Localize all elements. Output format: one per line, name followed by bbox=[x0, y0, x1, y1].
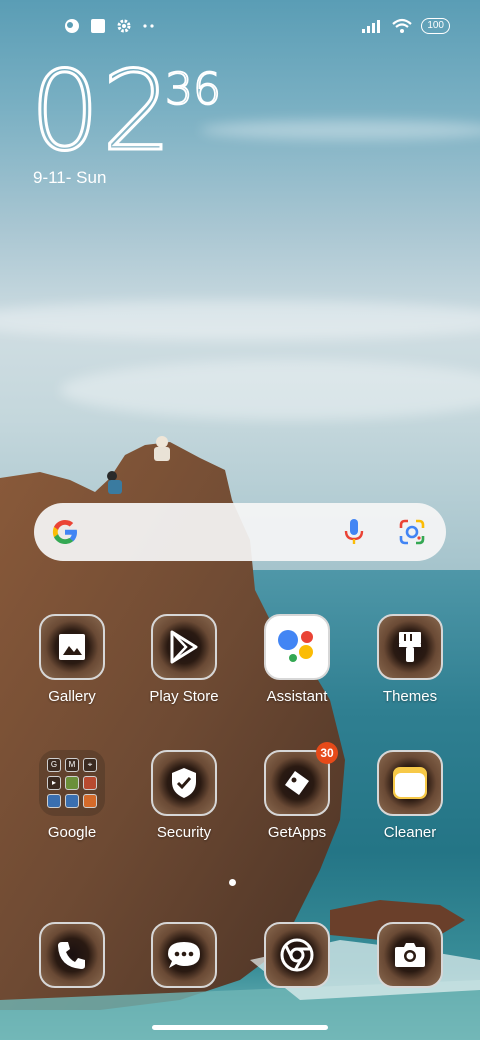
google-search-bar[interactable] bbox=[34, 503, 446, 561]
themes-icon bbox=[377, 614, 443, 680]
app-getapps[interactable]: 30 GetApps bbox=[247, 742, 347, 841]
youtube-mini-icon: ▸ bbox=[47, 776, 61, 790]
app-label: Cleaner bbox=[383, 824, 437, 841]
assistant-icon bbox=[264, 614, 330, 680]
app-label: Google bbox=[47, 824, 97, 841]
notification-badge: 30 bbox=[316, 742, 338, 764]
mic-icon[interactable] bbox=[342, 517, 366, 547]
clock-minute: 36 bbox=[164, 63, 222, 116]
app-play-store[interactable]: Play Store bbox=[134, 614, 234, 705]
getapps-icon: 30 bbox=[264, 742, 338, 816]
date-text[interactable]: 9-11- Sun bbox=[33, 168, 106, 188]
dock-chrome[interactable] bbox=[247, 922, 347, 988]
app-label: Themes bbox=[382, 688, 438, 705]
page-indicator bbox=[229, 879, 236, 886]
gmail-mini-icon: G bbox=[47, 758, 61, 772]
location-mini-icon: ⌖ bbox=[83, 758, 97, 772]
photos-mini-icon bbox=[65, 776, 79, 790]
clock-widget[interactable]: 02 36 bbox=[29, 47, 222, 175]
camera-icon bbox=[377, 922, 443, 988]
photos-mini-icon-2 bbox=[83, 776, 97, 790]
app-label: Security bbox=[156, 824, 212, 841]
app-label: Assistant bbox=[266, 688, 328, 705]
folder-google[interactable]: G M ⌖ ▸ Google bbox=[22, 750, 122, 841]
battery-icon: 100 bbox=[421, 18, 450, 34]
app-themes[interactable]: Themes bbox=[360, 614, 460, 705]
app-gallery[interactable]: Gallery bbox=[22, 614, 122, 705]
app-label: Gallery bbox=[48, 688, 96, 705]
apps-mini-icon bbox=[83, 794, 97, 808]
security-icon bbox=[151, 750, 217, 816]
app-label: Play Store bbox=[149, 688, 219, 705]
app-label: GetApps bbox=[267, 824, 327, 841]
google-icon bbox=[52, 520, 77, 544]
meet-mini-icon bbox=[47, 794, 61, 808]
signal-icon bbox=[362, 20, 381, 33]
clock-hour: 02 bbox=[29, 47, 174, 175]
gear-icon bbox=[117, 19, 131, 33]
cleaner-icon bbox=[377, 750, 443, 816]
chrome-icon bbox=[264, 922, 330, 988]
dock-camera[interactable] bbox=[360, 922, 460, 988]
app-circle-icon bbox=[65, 19, 79, 33]
dock-phone[interactable] bbox=[22, 922, 122, 988]
lens-icon[interactable] bbox=[398, 518, 426, 546]
more-dots-icon bbox=[143, 24, 154, 28]
app-assistant[interactable]: Assistant bbox=[247, 614, 347, 705]
app-security[interactable]: Security bbox=[134, 750, 234, 841]
messages-icon bbox=[151, 922, 217, 988]
maps-mini-icon: M bbox=[65, 758, 79, 772]
gallery-icon bbox=[39, 614, 105, 680]
folder-icon: G M ⌖ ▸ bbox=[39, 750, 105, 816]
phone-icon bbox=[39, 922, 105, 988]
dock-messages[interactable] bbox=[134, 922, 234, 988]
wifi-icon bbox=[392, 18, 413, 33]
gesture-nav-bar[interactable] bbox=[152, 1025, 328, 1030]
drive-mini-icon bbox=[65, 794, 79, 808]
app-cleaner[interactable]: Cleaner bbox=[360, 750, 460, 841]
play-store-icon bbox=[151, 614, 217, 680]
status-left-icons bbox=[64, 18, 156, 34]
square-icon bbox=[91, 19, 105, 33]
folder-grid: G M ⌖ ▸ bbox=[47, 758, 97, 808]
status-right-icons: 100 bbox=[361, 18, 450, 34]
